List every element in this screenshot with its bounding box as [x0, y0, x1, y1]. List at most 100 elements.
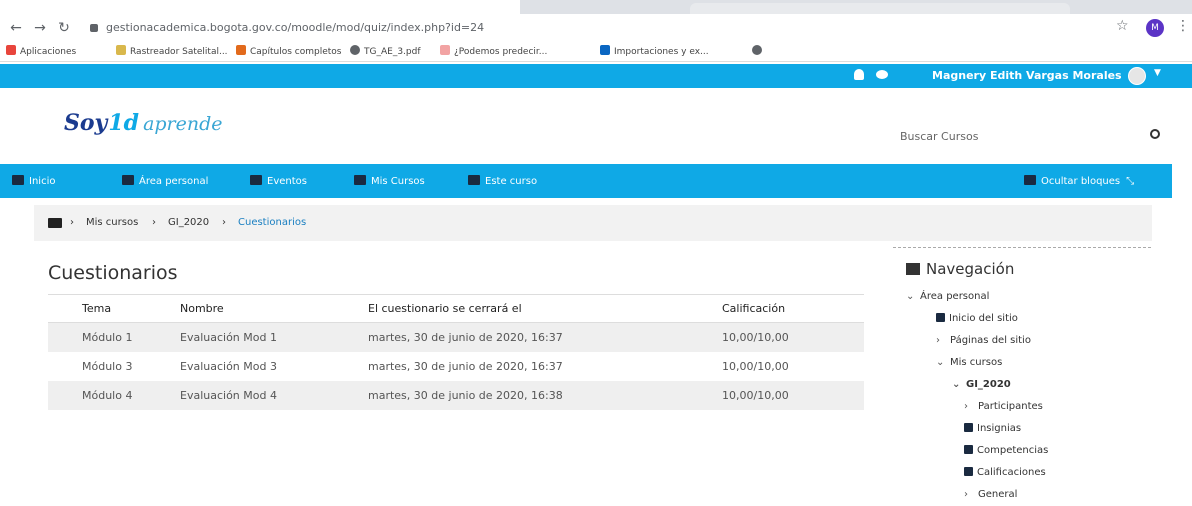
- page-title: Cuestionarios: [48, 262, 178, 284]
- table-cell: martes, 30 de junio de 2020, 16:37: [368, 322, 722, 352]
- search-input[interactable]: Buscar Cursos: [900, 130, 978, 143]
- table-cell: 10,00/10,00: [722, 322, 864, 352]
- main-nav-bar: Inicio Área personal Eventos Mis Cursos …: [0, 164, 1172, 198]
- bookmark-predecir[interactable]: ¿Podemos predecir...: [440, 45, 547, 59]
- globe-icon: [752, 45, 762, 55]
- moodle-top-bar: Magnery Edith Vargas Morales ▼: [0, 64, 1192, 88]
- profile-avatar[interactable]: M: [1146, 19, 1164, 37]
- site-header: Soy1d aprende Buscar Cursos: [0, 88, 1192, 164]
- quiz-link[interactable]: Evaluación Mod 4: [178, 380, 368, 410]
- breadcrumb-separator: ›: [152, 217, 156, 228]
- sidebar-divider: [893, 247, 1151, 248]
- browser-tab[interactable]: [690, 3, 1070, 14]
- search-icon[interactable]: [1150, 129, 1160, 139]
- back-icon[interactable]: ←: [6, 18, 26, 38]
- user-avatar[interactable]: [1128, 67, 1146, 85]
- chevron-down-icon: ⌄: [936, 357, 945, 368]
- tree-general[interactable]: › General: [964, 489, 1017, 500]
- table-header-row: Tema Nombre El cuestionario se cerrará e…: [48, 294, 864, 323]
- nav-area-personal[interactable]: Área personal: [122, 175, 208, 187]
- chevron-down-icon: ⌄: [952, 379, 961, 390]
- course-search[interactable]: Buscar Cursos: [900, 128, 1170, 146]
- home-icon: [12, 175, 24, 185]
- lock-icon: [90, 24, 98, 32]
- column-header: El cuestionario se cerrará el: [368, 294, 722, 323]
- star-icon[interactable]: ☆: [1116, 18, 1129, 34]
- column-header: Calificación: [722, 294, 864, 323]
- breadcrumb-separator: ›: [222, 217, 226, 228]
- briefcase-icon: [354, 175, 366, 185]
- table-row: Módulo 4 Evaluación Mod 4 martes, 30 de …: [48, 380, 864, 410]
- table-cell: Módulo 1: [48, 322, 178, 352]
- table-cell: 10,00/10,00: [722, 380, 864, 410]
- bookmark-apps[interactable]: Aplicaciones: [6, 45, 76, 59]
- table-row: Módulo 3 Evaluación Mod 3 martes, 30 de …: [48, 352, 864, 381]
- bookmark-pdf[interactable]: TG_AE_3.pdf: [350, 45, 421, 59]
- tree-calificaciones[interactable]: Calificaciones: [964, 467, 1046, 478]
- bookmark-capitulos[interactable]: Capítulos completos: [236, 45, 342, 59]
- breadcrumb-separator: ›: [70, 217, 74, 228]
- bookmark-favicon: [116, 45, 126, 55]
- table-cell: Módulo 3: [82, 359, 133, 373]
- breadcrumb: › Mis cursos › GI_2020 › Cuestionarios: [34, 205, 1152, 241]
- table-cell: martes, 30 de junio de 2020, 16:38: [368, 380, 722, 410]
- quiz-link[interactable]: Evaluación Mod 1: [178, 322, 368, 352]
- bookmark-rastreador[interactable]: Rastreador Satelital...: [116, 45, 228, 59]
- url-text: gestionacademica.bogota.gov.co/moodle/mo…: [106, 21, 485, 34]
- user-menu-name[interactable]: Magnery Edith Vargas Morales: [932, 69, 1122, 82]
- address-bar[interactable]: gestionacademica.bogota.gov.co/moodle/mo…: [90, 20, 484, 36]
- forward-icon[interactable]: →: [30, 18, 50, 38]
- tree-participantes[interactable]: › Participantes: [964, 401, 1043, 412]
- site-logo[interactable]: Soy1d aprende: [64, 110, 223, 150]
- tree-insignias[interactable]: Insignias: [964, 423, 1021, 434]
- browser-tab-active[interactable]: [0, 0, 520, 14]
- nav-mis-cursos[interactable]: Mis Cursos: [354, 175, 425, 187]
- navigation-block-title: Navegación: [906, 260, 1014, 278]
- tree-mis-cursos[interactable]: ⌄ Mis cursos: [936, 357, 1002, 368]
- nav-este-curso[interactable]: Este curso: [468, 175, 537, 187]
- table-icon: [964, 467, 973, 476]
- bookmark-linkedin[interactable]: Importaciones y ex...: [600, 45, 709, 59]
- table-cell: Módulo 4: [48, 380, 178, 410]
- dashboard-icon: [122, 175, 134, 185]
- home-icon: [936, 313, 945, 322]
- expand-arrows-icon: ⤡: [1126, 176, 1135, 187]
- tree-inicio-sitio[interactable]: Inicio del sitio: [936, 313, 1018, 324]
- sitemap-icon: [906, 263, 920, 275]
- breadcrumb-mis-cursos[interactable]: Mis cursos: [86, 217, 138, 228]
- globe-icon: [350, 45, 360, 55]
- columns-icon: [1024, 175, 1036, 185]
- bookmark-favicon: [440, 45, 450, 55]
- breadcrumb-current[interactable]: Cuestionarios: [238, 217, 306, 228]
- apps-grid-icon: [6, 45, 16, 55]
- tree-course[interactable]: ⌄ GI_2020: [952, 379, 1011, 390]
- chat-icon[interactable]: [876, 70, 888, 79]
- linkedin-icon: [600, 45, 610, 55]
- browser-toolbar: ← → ↻ gestionacademica.bogota.gov.co/moo…: [0, 14, 1192, 42]
- shield-icon: [964, 423, 973, 432]
- bell-icon[interactable]: [854, 69, 864, 80]
- table-cell: 10,00/10,00: [722, 359, 789, 373]
- breadcrumb-course[interactable]: GI_2020: [168, 217, 209, 228]
- column-header: Nombre: [178, 294, 368, 323]
- table-row: Módulo 1 Evaluación Mod 1 martes, 30 de …: [48, 322, 864, 352]
- folder-icon: [48, 218, 62, 228]
- bookmark-globe[interactable]: [752, 45, 766, 59]
- tree-paginas-sitio[interactable]: › Páginas del sitio: [936, 335, 1031, 346]
- table-cell: martes, 30 de junio de 2020, 16:37: [368, 359, 563, 373]
- hide-blocks-button[interactable]: Ocultar bloques ⤡: [1024, 175, 1134, 187]
- tree-competencias[interactable]: Competencias: [964, 445, 1048, 456]
- nav-eventos[interactable]: Eventos: [250, 175, 307, 187]
- nav-inicio[interactable]: Inicio: [12, 175, 55, 187]
- checkbox-icon: [964, 445, 973, 454]
- reload-icon[interactable]: ↻: [54, 18, 74, 38]
- sitemap-icon: [468, 175, 480, 185]
- chevron-right-icon: ›: [964, 401, 968, 412]
- tree-area-personal[interactable]: ⌄ Área personal: [906, 291, 989, 302]
- bookmarks-bar: Aplicaciones Rastreador Satelital... Cap…: [0, 42, 1192, 62]
- quiz-link[interactable]: Evaluación Mod 3: [178, 352, 368, 381]
- kebab-menu-icon[interactable]: ⋮: [1176, 18, 1190, 34]
- browser-tab-strip: [0, 0, 1192, 14]
- caret-down-icon[interactable]: ▼: [1154, 68, 1161, 78]
- quiz-table: Tema Nombre El cuestionario se cerrará e…: [48, 294, 864, 410]
